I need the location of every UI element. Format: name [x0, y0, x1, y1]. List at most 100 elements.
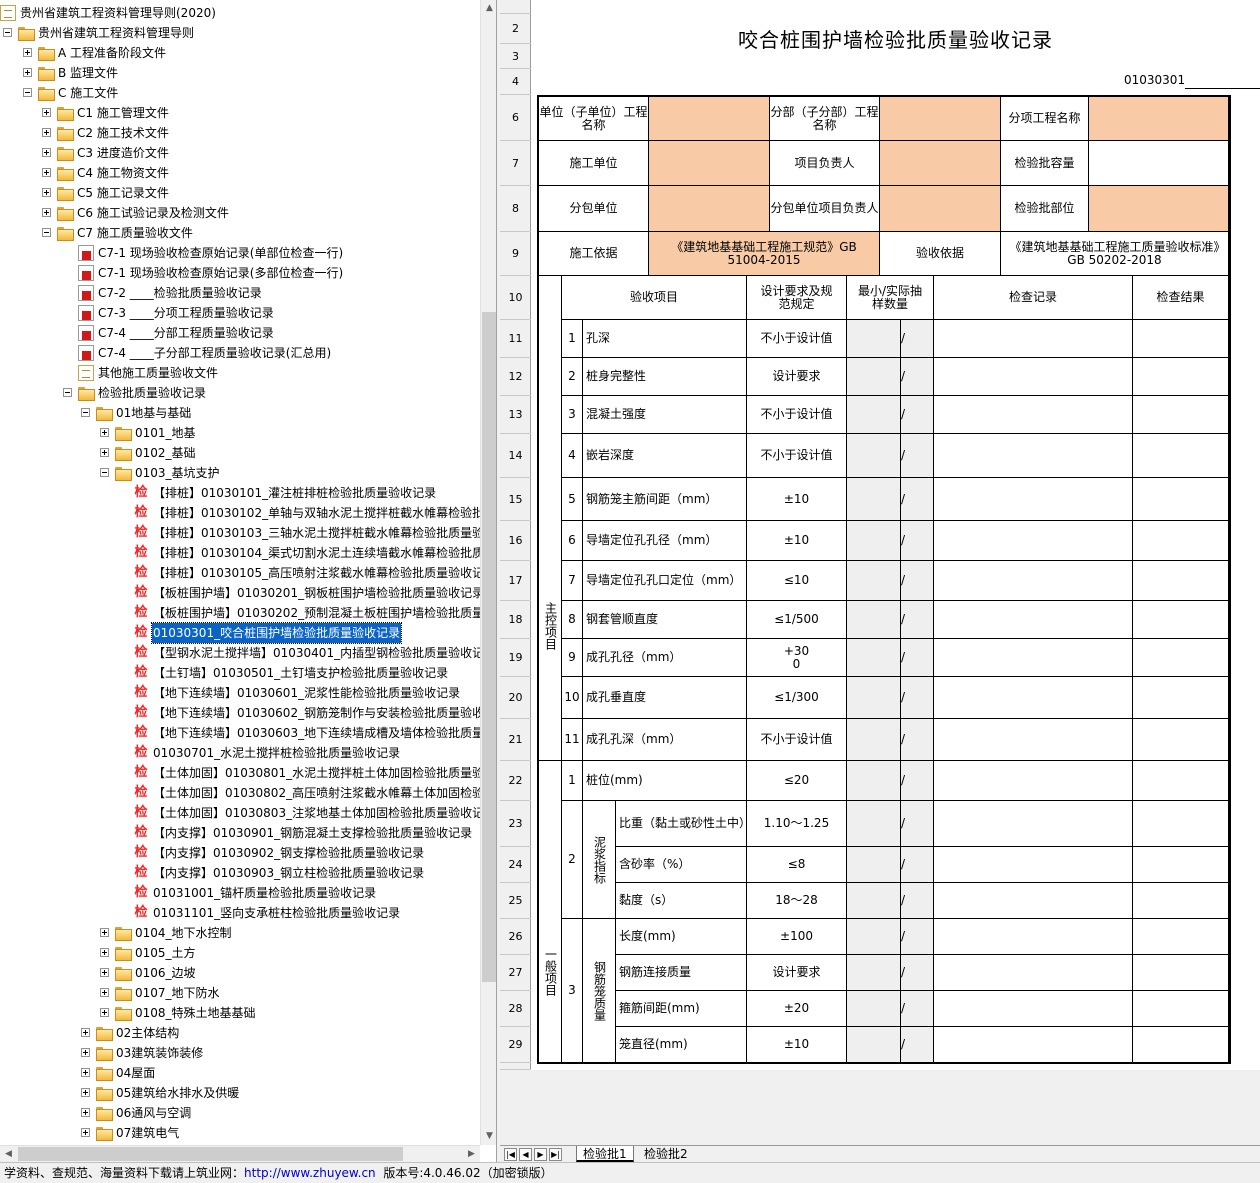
- tree-node[interactable]: 0107_地下防水: [0, 983, 480, 1003]
- row-number[interactable]: 10: [500, 276, 531, 320]
- collapse-icon[interactable]: [3, 28, 12, 37]
- header-value-field[interactable]: [649, 141, 770, 186]
- row-number[interactable]: 26: [500, 919, 531, 955]
- tree-node-label[interactable]: 贵州省建筑工程资料管理导则(2020): [19, 3, 217, 23]
- header-value-field[interactable]: [880, 186, 1001, 232]
- inspection-record-field[interactable]: [934, 991, 1133, 1027]
- row-number[interactable]: 9: [500, 232, 531, 276]
- collapse-icon[interactable]: [23, 88, 32, 97]
- tree-node-label[interactable]: 贵州省建筑工程资料管理导则: [37, 23, 195, 43]
- actual-sample-field[interactable]: /: [901, 883, 934, 919]
- tree-node-label[interactable]: 其他施工质量验收文件: [97, 363, 219, 383]
- inspection-result-field[interactable]: [1133, 434, 1229, 478]
- expand-icon[interactable]: [81, 1048, 90, 1057]
- min-sample-field[interactable]: [847, 521, 901, 561]
- tree-node[interactable]: C2 施工技术文件: [0, 123, 480, 143]
- tree-node-label[interactable]: 【排桩】01030102_单轴与双轴水泥土搅拌桩截水帷幕检验批质量验收记录: [152, 503, 480, 523]
- tree-node[interactable]: 检 01031001_锚杆质量检验批质量验收记录: [0, 883, 480, 903]
- actual-sample-field[interactable]: /: [901, 358, 934, 396]
- inspection-result-field[interactable]: [1133, 561, 1229, 601]
- tree-node[interactable]: C7-1 现场验收检查原始记录(单部位检查一行): [0, 243, 480, 263]
- tree-node[interactable]: 检【板桩围护墙】01030201_钢板桩围护墙检验批质量验收记录: [0, 583, 480, 603]
- tree-node-label[interactable]: C7-1 现场验收检查原始记录(单部位检查一行): [97, 243, 344, 263]
- actual-sample-field[interactable]: /: [901, 719, 934, 761]
- collapse-icon[interactable]: [63, 388, 72, 397]
- tree-node[interactable]: C7-2 ____检验批质量验收记录: [0, 283, 480, 303]
- expand-icon[interactable]: [100, 928, 109, 937]
- tree-vertical-scrollbar[interactable]: ▲ ▼: [480, 0, 496, 1145]
- min-sample-field[interactable]: [847, 478, 901, 521]
- collapse-icon[interactable]: [81, 408, 90, 417]
- tree-node-label[interactable]: C5 施工记录文件: [76, 183, 170, 203]
- expand-icon[interactable]: [81, 1028, 90, 1037]
- tree-node[interactable]: 检【地下连续墙】01030601_泥浆性能检验批质量验收记录: [0, 683, 480, 703]
- tree-node[interactable]: 检验批质量验收记录: [0, 383, 480, 403]
- inspection-record-field[interactable]: [934, 919, 1133, 955]
- min-sample-field[interactable]: [847, 561, 901, 601]
- tree-node[interactable]: B 监理文件: [0, 63, 480, 83]
- first-sheet-icon[interactable]: |◀: [504, 1148, 517, 1161]
- row-number[interactable]: 24: [500, 847, 531, 883]
- tree-node-label[interactable]: 【排桩】01030104_渠式切割水泥土连续墙截水帷幕检验批质量验收记录: [152, 543, 480, 563]
- tree-node[interactable]: 0106_边坡: [0, 963, 480, 983]
- inspection-record-field[interactable]: [934, 601, 1133, 639]
- expand-icon[interactable]: [42, 168, 51, 177]
- actual-sample-field[interactable]: /: [901, 801, 934, 847]
- inspection-record-field[interactable]: [934, 719, 1133, 761]
- expand-icon[interactable]: [100, 968, 109, 977]
- expand-icon[interactable]: [100, 428, 109, 437]
- tree-node[interactable]: C5 施工记录文件: [0, 183, 480, 203]
- tree-node-label[interactable]: 01030701_水泥土搅拌桩检验批质量验收记录: [152, 743, 401, 763]
- tree-node-label[interactable]: 0104_地下水控制: [134, 923, 233, 943]
- inspection-record-field[interactable]: [934, 801, 1133, 847]
- inspection-record-field[interactable]: [934, 358, 1133, 396]
- expand-icon[interactable]: [100, 988, 109, 997]
- row-number[interactable]: 21: [500, 719, 531, 761]
- prev-sheet-icon[interactable]: ◀: [519, 1148, 532, 1161]
- row-number[interactable]: 23: [500, 801, 531, 847]
- collapse-icon[interactable]: [100, 468, 109, 477]
- tree-node-label[interactable]: 【土体加固】01030803_注浆地基土体加固检验批质量验收记录: [152, 803, 480, 823]
- row-number[interactable]: 3: [500, 44, 531, 69]
- collapse-icon[interactable]: [42, 228, 51, 237]
- tree-node[interactable]: 检【排桩】01030105_高压喷射注浆截水帷幕检验批质量验收记录: [0, 563, 480, 583]
- tree-node-label[interactable]: 【板桩围护墙】01030201_钢板桩围护墙检验批质量验收记录: [152, 583, 480, 603]
- tree-node-label[interactable]: 检验批质量验收记录: [97, 383, 207, 403]
- tree-node-label[interactable]: 【土钉墙】01030501_土钉墙支护检验批质量验收记录: [152, 663, 449, 683]
- tree-node[interactable]: 03建筑装饰装修: [0, 1043, 480, 1063]
- inspection-record-field[interactable]: [934, 761, 1133, 801]
- header-value-field[interactable]: [649, 186, 770, 232]
- tree-node[interactable]: 检【地下连续墙】01030603_地下连续墙成槽及墙体检验批质量验收记录: [0, 723, 480, 743]
- tree-node[interactable]: 0108_特殊土地基基础: [0, 1003, 480, 1023]
- construction-basis[interactable]: 《建筑地基基础工程施工规范》GB 51004-2015: [649, 232, 880, 276]
- inspection-record-field[interactable]: [934, 396, 1133, 434]
- scroll-down-arrow-icon[interactable]: ▼: [481, 1128, 496, 1145]
- tree-node[interactable]: A 工程准备阶段文件: [0, 43, 480, 63]
- min-sample-field[interactable]: [847, 761, 901, 801]
- inspection-form-sheet[interactable]: 咬合桩围护墙检验批质量验收记录 01030301 单位（子单位）工程名称 分部（子…: [531, 0, 1260, 1070]
- actual-sample-field[interactable]: /: [901, 434, 934, 478]
- inspection-result-field[interactable]: [1133, 955, 1229, 991]
- inspection-record-field[interactable]: [934, 478, 1133, 521]
- tree-node[interactable]: C7-4 ____分部工程质量验收记录: [0, 323, 480, 343]
- tree-node-label[interactable]: C2 施工技术文件: [76, 123, 170, 143]
- min-sample-field[interactable]: [847, 719, 901, 761]
- actual-sample-field[interactable]: /: [901, 677, 934, 719]
- tree-node[interactable]: 检【地下连续墙】01030602_钢筋笼制作与安装检验批质量验收记录: [0, 703, 480, 723]
- tree-node[interactable]: 检【土钉墙】01030501_土钉墙支护检验批质量验收记录: [0, 663, 480, 683]
- inspection-result-field[interactable]: [1133, 1027, 1229, 1063]
- row-number[interactable]: 8: [500, 186, 531, 232]
- tree-node[interactable]: 检【内支撑】01030901_钢筋混凝土支撑检验批质量验收记录: [0, 823, 480, 843]
- inspection-record-field[interactable]: [934, 521, 1133, 561]
- expand-icon[interactable]: [100, 448, 109, 457]
- row-number[interactable]: 18: [500, 601, 531, 639]
- tree-node-label[interactable]: 0107_地下防水: [134, 983, 221, 1003]
- website-link[interactable]: http://www.zhuyew.cn: [244, 1166, 376, 1180]
- row-number[interactable]: 20: [500, 677, 531, 719]
- expand-icon[interactable]: [23, 68, 32, 77]
- inspection-record-field[interactable]: [934, 847, 1133, 883]
- inspection-result-field[interactable]: [1133, 761, 1229, 801]
- row-number[interactable]: 4: [500, 69, 531, 95]
- header-value-field[interactable]: [649, 97, 770, 141]
- inspection-record-field[interactable]: [934, 434, 1133, 478]
